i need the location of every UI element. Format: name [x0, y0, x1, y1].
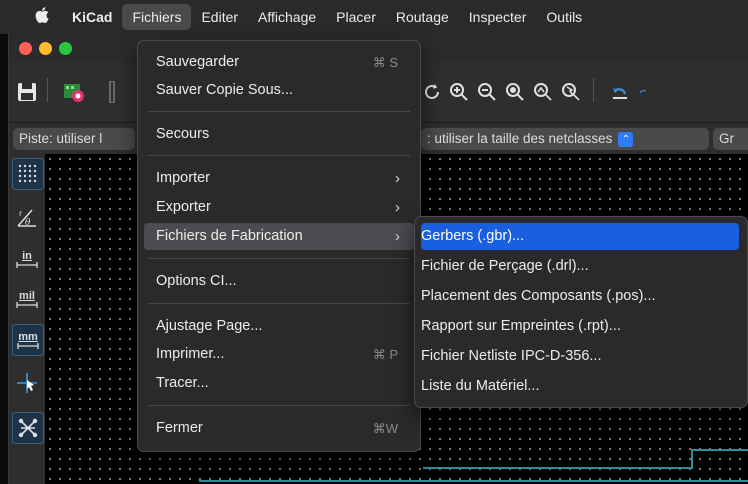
grid-toggle-icon[interactable]	[12, 158, 44, 190]
menu-item-label: Options CI...	[156, 273, 237, 289]
menu-item-label: Exporter	[156, 199, 211, 215]
menu-inspecter[interactable]: Inspecter	[459, 4, 537, 30]
track-width-select[interactable]: Piste: utiliser l	[13, 128, 135, 150]
left-toolbar: θr in mil mm	[9, 154, 45, 484]
menu-item-label: Secours	[156, 126, 210, 142]
menu-outils[interactable]: Outils	[536, 4, 592, 30]
menu-item-shortcut: ⌘ P	[372, 347, 398, 362]
board-setup-icon[interactable]	[61, 79, 87, 105]
menu-item-label: Imprimer...	[156, 346, 225, 362]
menu-separator	[148, 258, 410, 259]
menu-item-label: Fichiers de Fabrication	[156, 228, 303, 244]
menu-item-label: Importer	[156, 170, 210, 186]
menu-item-fermer[interactable]: Fermer ⌘W	[144, 415, 414, 442]
units-inch-button[interactable]: in	[12, 244, 42, 274]
menu-affichage[interactable]: Affichage	[248, 4, 326, 30]
chevron-right-icon: ›	[395, 170, 400, 187]
chevron-right-icon: ›	[395, 199, 400, 216]
rotate-cw-icon[interactable]	[637, 80, 649, 104]
minimize-window-button[interactable]	[39, 42, 52, 55]
menu-item-ajustage-page[interactable]: Ajustage Page...	[144, 313, 414, 340]
menu-separator	[148, 405, 410, 406]
units-inch-label: in	[22, 249, 32, 262]
menu-separator	[148, 111, 410, 112]
zoom-window-button[interactable]	[59, 42, 72, 55]
menu-routage[interactable]: Routage	[386, 4, 459, 30]
toolbar-separator	[593, 78, 594, 102]
menu-item-label: Ajustage Page...	[156, 318, 263, 334]
toolbar-separator	[47, 78, 48, 102]
units-mm-label: mm	[18, 330, 38, 343]
menu-editer[interactable]: Editer	[191, 4, 248, 30]
menu-item-tracer[interactable]: Tracer...	[144, 370, 414, 397]
board-outline-edge	[691, 449, 748, 451]
rotate-ccw-icon[interactable]	[607, 80, 633, 104]
board-outline-edge	[423, 467, 693, 469]
zoom-selection-icon[interactable]	[559, 80, 583, 104]
zoom-objects-icon[interactable]	[531, 80, 555, 104]
units-mil-button[interactable]: mil	[12, 284, 42, 314]
menu-item-options-ci[interactable]: Options CI...	[144, 268, 414, 295]
menu-placer[interactable]: Placer	[326, 4, 386, 30]
save-icon[interactable]	[15, 80, 39, 104]
chevron-updown-icon: ⌃	[618, 131, 634, 147]
fichiers-menu: Sauvegarder ⌘ S Sauver Copie Sous... Sec…	[137, 40, 421, 452]
svg-text:r: r	[19, 209, 23, 218]
zoom-fit-icon[interactable]	[503, 80, 527, 104]
menu-item-shortcut: ⌘W	[372, 421, 398, 436]
full-cursor-icon[interactable]	[12, 368, 42, 398]
polar-coords-icon[interactable]: θr	[12, 202, 42, 232]
menu-item-fichiers-fabrication[interactable]: Fichiers de Fabrication ›	[144, 223, 414, 250]
menu-item-label: Tracer...	[156, 375, 209, 391]
menu-separator	[148, 155, 410, 156]
submenu-item-gerbers[interactable]: Gerbers (.gbr)...	[421, 223, 739, 250]
menu-kicad[interactable]: KiCad	[62, 4, 122, 30]
close-window-button[interactable]	[19, 42, 32, 55]
submenu-item-percage[interactable]: Fichier de Perçage (.drl)...	[421, 253, 739, 280]
submenu-item-liste-materiel[interactable]: Liste du Matériel...	[421, 373, 739, 400]
units-mm-button[interactable]: mm	[12, 324, 44, 356]
via-size-label: : utiliser la taille des netclasses	[427, 131, 613, 146]
menu-item-exporter[interactable]: Exporter ›	[144, 194, 414, 221]
menu-item-sauver-copie[interactable]: Sauver Copie Sous...	[144, 77, 414, 104]
ratsnest-icon[interactable]	[12, 412, 44, 444]
submenu-item-placement[interactable]: Placement des Composants (.pos)...	[421, 283, 739, 310]
menu-item-importer[interactable]: Importer ›	[144, 165, 414, 192]
svg-text:θ: θ	[25, 218, 31, 228]
menu-item-imprimer[interactable]: Imprimer... ⌘ P	[144, 341, 414, 368]
toolbar-grip-icon	[107, 80, 117, 104]
grid-select[interactable]: Gr	[713, 128, 748, 150]
menu-item-shortcut: ⌘ S	[372, 55, 398, 70]
submenu-item-netliste-ipc[interactable]: Fichier Netliste IPC-D-356...	[421, 343, 739, 370]
apple-icon[interactable]	[28, 6, 56, 28]
board-outline-edge	[199, 480, 748, 482]
menu-item-label: Sauver Copie Sous...	[156, 82, 294, 98]
fabrication-submenu: Gerbers (.gbr)... Fichier de Perçage (.d…	[414, 216, 748, 408]
menu-item-label: Fermer	[156, 420, 203, 436]
board-outline-edge	[691, 449, 693, 469]
menu-bar: KiCad Fichiers Editer Affichage Placer R…	[0, 0, 748, 34]
zoom-in-icon[interactable]	[447, 80, 471, 104]
menu-item-secours[interactable]: Secours	[144, 121, 414, 148]
units-mil-label: mil	[19, 289, 35, 302]
menu-item-sauvegarder[interactable]: Sauvegarder ⌘ S	[144, 49, 414, 76]
menu-fichiers[interactable]: Fichiers	[122, 4, 192, 30]
refresh-icon[interactable]	[421, 80, 443, 104]
chevron-right-icon: ›	[395, 228, 400, 245]
menu-item-label: Sauvegarder	[156, 54, 240, 70]
submenu-item-rapport-empreintes[interactable]: Rapport sur Empreintes (.rpt)...	[421, 313, 739, 340]
via-size-select[interactable]: : utiliser la taille des netclasses ⌃	[421, 128, 709, 150]
zoom-out-icon[interactable]	[475, 80, 499, 104]
menu-separator	[148, 303, 410, 304]
